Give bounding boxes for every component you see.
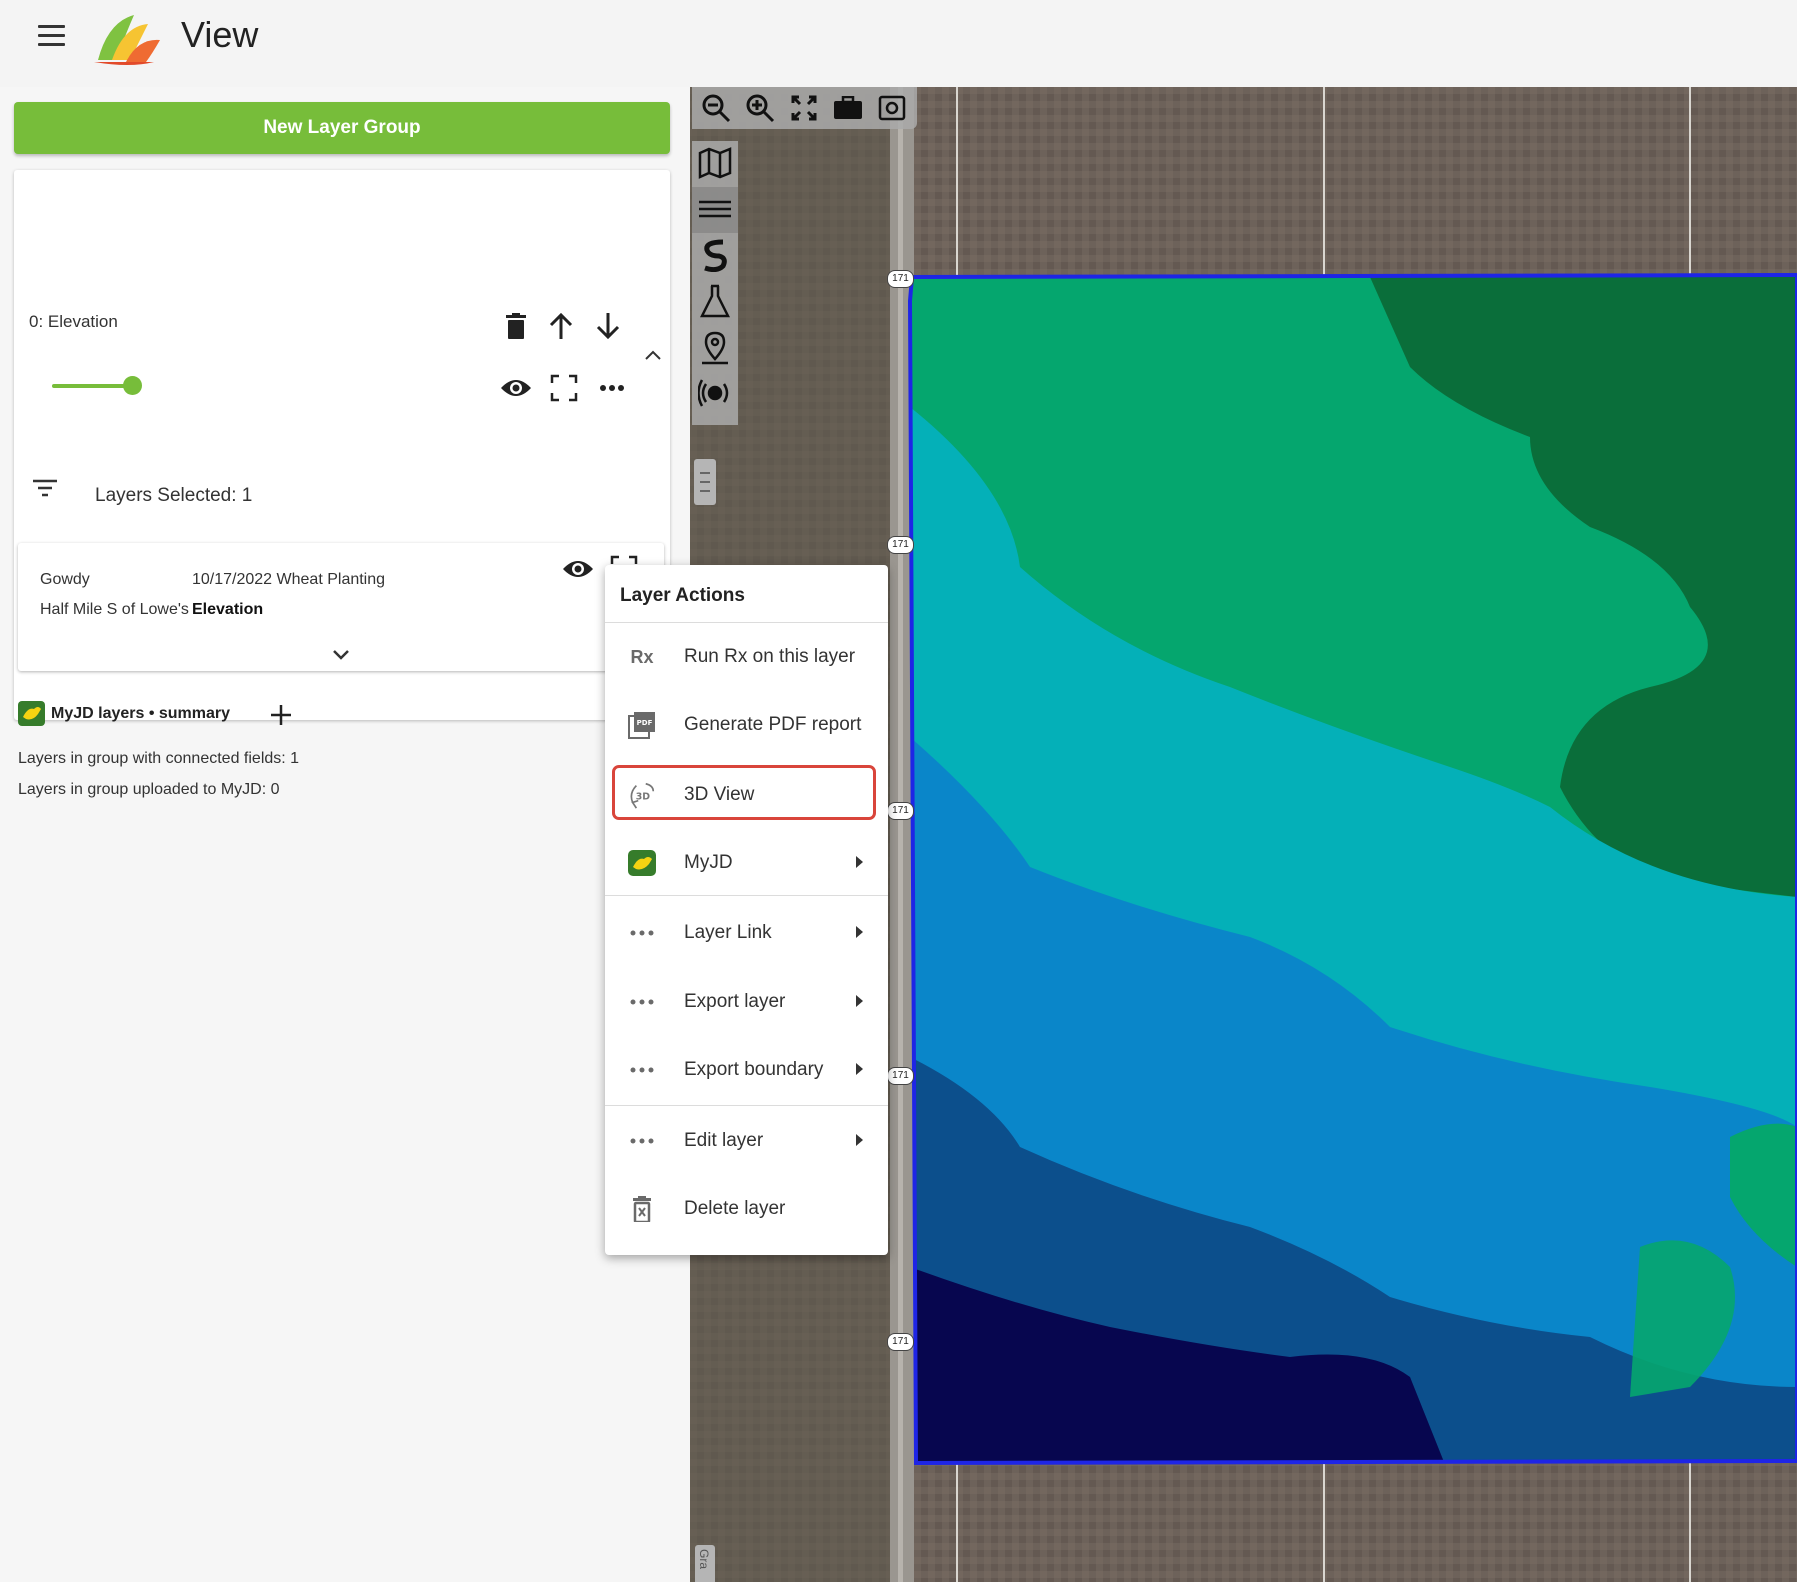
menu-item-label: MyJD xyxy=(684,852,733,873)
submenu-arrow-icon xyxy=(856,926,863,938)
menu-item-label: Export layer xyxy=(684,991,786,1012)
layer-type: Elevation xyxy=(192,601,264,618)
layers-icon[interactable] xyxy=(695,189,735,229)
arrow-down-icon[interactable] xyxy=(590,308,626,344)
menu-item-myjd[interactable]: MyJD xyxy=(605,833,888,893)
road-shield: 171 xyxy=(887,1333,914,1351)
menu-item-export-layer[interactable]: Export layer xyxy=(605,972,888,1032)
map-icon[interactable] xyxy=(695,143,735,183)
zoom-out-icon[interactable] xyxy=(696,88,736,128)
lab-flask-icon[interactable] xyxy=(695,281,735,321)
road-shield: 171 xyxy=(887,1067,914,1085)
rx-icon: Rx xyxy=(630,646,654,667)
road-shield: 171 xyxy=(887,270,914,288)
fullscreen-icon[interactable] xyxy=(544,370,584,406)
add-icon[interactable] xyxy=(265,700,297,730)
more-horizontal-icon xyxy=(627,1127,657,1155)
app-logo xyxy=(94,15,160,65)
highlight-box xyxy=(612,765,876,820)
new-layer-group-button[interactable]: New Layer Group xyxy=(14,102,670,154)
more-horizontal-icon xyxy=(627,988,657,1016)
road-shield: 171 xyxy=(887,536,914,554)
arrow-up-icon[interactable] xyxy=(543,308,579,344)
divider xyxy=(605,1105,888,1106)
submenu-arrow-icon xyxy=(856,1134,863,1146)
delete-icon[interactable] xyxy=(498,308,534,344)
layers-sidebar: New Layer Group 0: Elevation Layers Sele… xyxy=(0,87,690,1582)
pdf-icon: PDF xyxy=(627,711,657,739)
grab-tab[interactable]: Gra xyxy=(695,1545,715,1582)
expand-down-icon[interactable] xyxy=(326,643,356,667)
map-toolbar xyxy=(692,87,917,129)
zoom-in-icon[interactable] xyxy=(740,88,780,128)
map-side-tools xyxy=(692,141,738,425)
menu-item-label: Delete layer xyxy=(684,1198,786,1219)
layers-selected-label: Layers Selected: 1 xyxy=(95,485,253,506)
more-options-icon[interactable] xyxy=(592,370,632,406)
panel-collapse-handle[interactable] xyxy=(694,459,716,505)
group-name: 0: Elevation xyxy=(29,312,118,331)
menu-item-delete-layer[interactable]: Delete layer xyxy=(605,1179,888,1239)
menu-title: Layer Actions xyxy=(620,585,745,606)
menu-item-generate-pdf[interactable]: PDF Generate PDF report xyxy=(605,695,888,755)
menu-item-label: Layer Link xyxy=(684,922,772,943)
opacity-slider-thumb[interactable] xyxy=(123,376,142,395)
road-shield: 171 xyxy=(887,802,914,820)
myjd-summary-title: MyJD layers • summary xyxy=(51,705,231,722)
menu-item-label: Export boundary xyxy=(684,1059,824,1080)
divider xyxy=(605,622,888,623)
eye-icon[interactable] xyxy=(496,370,536,406)
app-title: View xyxy=(181,14,259,55)
svg-text:PDF: PDF xyxy=(637,719,653,727)
delete-icon xyxy=(627,1195,657,1223)
eye-icon[interactable] xyxy=(558,551,598,587)
location-pin-icon[interactable] xyxy=(695,327,735,367)
soil-sampling-icon[interactable] xyxy=(695,235,735,275)
briefcase-icon[interactable] xyxy=(828,88,868,128)
submenu-arrow-icon xyxy=(856,1063,863,1075)
menu-item-label: Run Rx on this layer xyxy=(684,646,856,667)
collapse-up-icon[interactable] xyxy=(638,340,668,370)
menu-item-edit-layer[interactable]: Edit layer xyxy=(605,1111,888,1171)
hamburger-menu-icon[interactable] xyxy=(38,25,66,47)
menu-item-label: Edit layer xyxy=(684,1130,764,1151)
connected-fields-text: Layers in group with connected fields: 1 xyxy=(18,750,300,767)
fit-extent-icon[interactable] xyxy=(784,88,824,128)
more-horizontal-icon xyxy=(627,919,657,947)
divider xyxy=(605,895,888,896)
filter-icon[interactable] xyxy=(30,473,60,503)
opacity-slider[interactable] xyxy=(52,384,132,388)
menu-item-run-rx[interactable]: Rx Run Rx on this layer xyxy=(605,627,888,687)
layer-actions-menu: Layer Actions Rx Run Rx on this layer PD… xyxy=(605,565,888,1255)
farm-name: Gowdy xyxy=(40,571,90,588)
layer-card[interactable]: Gowdy Half Mile S of Lowe's 10/17/2022 W… xyxy=(18,543,664,671)
menu-item-layer-link[interactable]: Layer Link xyxy=(605,903,888,963)
field-name: Half Mile S of Lowe's xyxy=(40,601,189,618)
john-deere-icon xyxy=(18,701,45,726)
submenu-arrow-icon xyxy=(856,856,863,868)
more-horizontal-icon xyxy=(627,1056,657,1084)
top-app-bar: View xyxy=(0,0,1797,87)
submenu-arrow-icon xyxy=(856,995,863,1007)
sensor-icon[interactable] xyxy=(695,373,735,413)
screenshot-icon[interactable] xyxy=(872,88,912,128)
menu-item-export-boundary[interactable]: Export boundary xyxy=(605,1040,888,1100)
operation-name: 10/17/2022 Wheat Planting xyxy=(192,571,386,588)
elevation-zones xyxy=(910,275,1797,1463)
john-deere-icon xyxy=(627,849,657,877)
menu-item-label: Generate PDF report xyxy=(684,714,862,735)
uploaded-text: Layers in group uploaded to MyJD: 0 xyxy=(18,781,280,798)
